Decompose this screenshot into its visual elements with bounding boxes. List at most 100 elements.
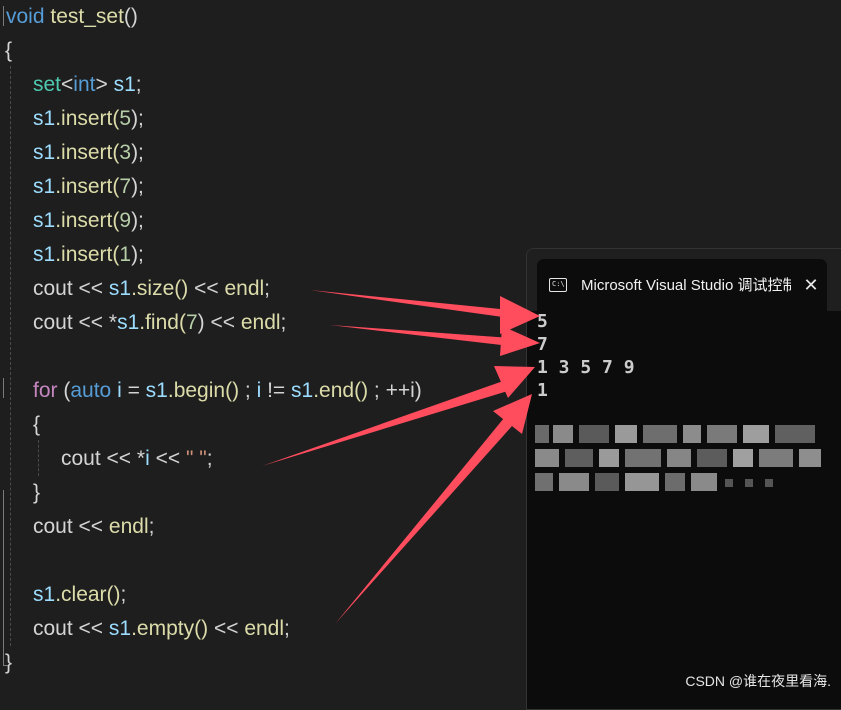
indent-guide [10,66,11,646]
close-icon[interactable]: ✕ [799,273,823,297]
operator: << * [100,447,146,470]
keyword: for [33,379,58,402]
console-output-line: 1 [537,380,548,401]
operator: << [149,447,186,470]
function-name: test_set [50,5,124,28]
brace: } [5,651,13,674]
variable: s1 [33,583,56,606]
variable: s1 [33,209,56,232]
keyword: auto [70,379,112,402]
identifier: cout [33,311,73,334]
outline-collapse-bar [3,6,4,26]
brace: { [5,39,13,62]
punctuation: ; [148,515,155,538]
code-line-declaration[interactable]: set<int> s1; [33,68,142,102]
operator: != [261,379,292,402]
console-tab[interactable]: C:\ Microsoft Visual Studio 调试控制台 ✕ [537,259,827,311]
operator: ++i) [385,379,422,402]
method-call: .insert( [55,209,120,232]
code-line-empty[interactable]: cout << s1.empty() << endl; [33,612,290,646]
punctuation: > [95,73,108,96]
punctuation: ; [280,311,287,334]
identifier: endl [108,515,149,538]
number: 1 [119,243,132,266]
variable: s1 [33,175,56,198]
code-line-close-brace[interactable]: } [5,646,12,680]
punctuation: () [123,5,138,28]
keyword: int [73,73,96,96]
variable: s1 [33,141,56,164]
method-call: .insert( [55,175,120,198]
console-titlebar[interactable]: C:\ Microsoft Visual Studio 调试控制台 ✕ [527,249,841,311]
number: 3 [119,141,132,164]
console-tab-title: Microsoft Visual Studio 调试控制台 [581,277,791,294]
identifier: endl [224,277,265,300]
console-output-line: 5 [537,311,548,332]
punctuation: ; [135,73,142,96]
variable: s1 [33,243,56,266]
outline-collapse-bar [3,490,4,665]
identifier: cout [61,447,101,470]
punctuation: ; [120,583,127,606]
method-call: .insert( [55,107,120,130]
variable: s1 [117,311,140,334]
variable: s1 [33,107,56,130]
console-output-line: 7 [537,334,548,355]
method-call: .begin() [167,379,240,402]
punctuation: ); [131,243,144,266]
type-name: set [33,73,62,96]
code-line-clear[interactable]: s1.clear(); [33,578,126,612]
debug-console-window[interactable]: C:\ Microsoft Visual Studio 调试控制台 ✕ 5 7 … [526,248,841,710]
punctuation: ; [264,277,271,300]
code-line-insert[interactable]: s1.insert(7); [33,170,144,204]
punctuation: ; [239,379,257,402]
punctuation: ); [131,175,144,198]
identifier: cout [33,617,73,640]
method-call: .end() [313,379,369,402]
code-line-signature[interactable]: void test_set() [6,0,138,34]
identifier: endl [240,311,281,334]
code-line-insert[interactable]: s1.insert(9); [33,204,144,238]
indent-guide [38,440,39,476]
method-call: .find( [139,311,186,334]
punctuation: ); [131,209,144,232]
code-line-loop-open[interactable]: { [33,408,40,442]
punctuation: < [61,73,74,96]
punctuation: ) [197,311,205,334]
console-output-line: 1 3 5 7 9 [537,357,635,378]
punctuation: ; [368,379,386,402]
code-line-loop-body[interactable]: cout << *i << " "; [61,442,213,476]
operator: << [204,311,241,334]
number: 9 [119,209,132,232]
variable: s1 [108,617,132,640]
code-line-insert[interactable]: s1.insert(5); [33,102,144,136]
variable: s1 [145,379,168,402]
code-line-find[interactable]: cout << *s1.find(7) << endl; [33,306,286,340]
method-call: .insert( [55,141,120,164]
number: 5 [119,107,132,130]
variable: s1 [113,73,136,96]
method-call: .insert( [55,243,120,266]
code-line-size[interactable]: cout << s1.size() << endl; [33,272,270,306]
identifier: endl [244,617,285,640]
string-literal: " " [185,447,207,470]
method-call: .clear() [55,583,121,606]
code-line-insert[interactable]: s1.insert(3); [33,136,144,170]
outline-collapse-bar [3,378,4,398]
operator: << [72,515,109,538]
variable: s1 [291,379,314,402]
code-line-loop-close[interactable]: } [33,476,40,510]
watermark: CSDN @谁在夜里看海. [685,673,831,689]
code-line-open-brace[interactable]: { [5,34,12,68]
identifier: cout [33,277,73,300]
punctuation: ); [131,107,144,130]
operator: << [208,617,245,640]
brace: { [33,413,41,436]
code-line-for[interactable]: for (auto i = s1.begin() ; i != s1.end()… [33,374,422,408]
code-line-insert[interactable]: s1.insert(1); [33,238,144,272]
redacted-output [535,425,835,495]
number: 7 [185,311,198,334]
code-line-endl[interactable]: cout << endl; [33,510,154,544]
punctuation: ); [131,141,144,164]
punctuation: ( [57,379,71,402]
